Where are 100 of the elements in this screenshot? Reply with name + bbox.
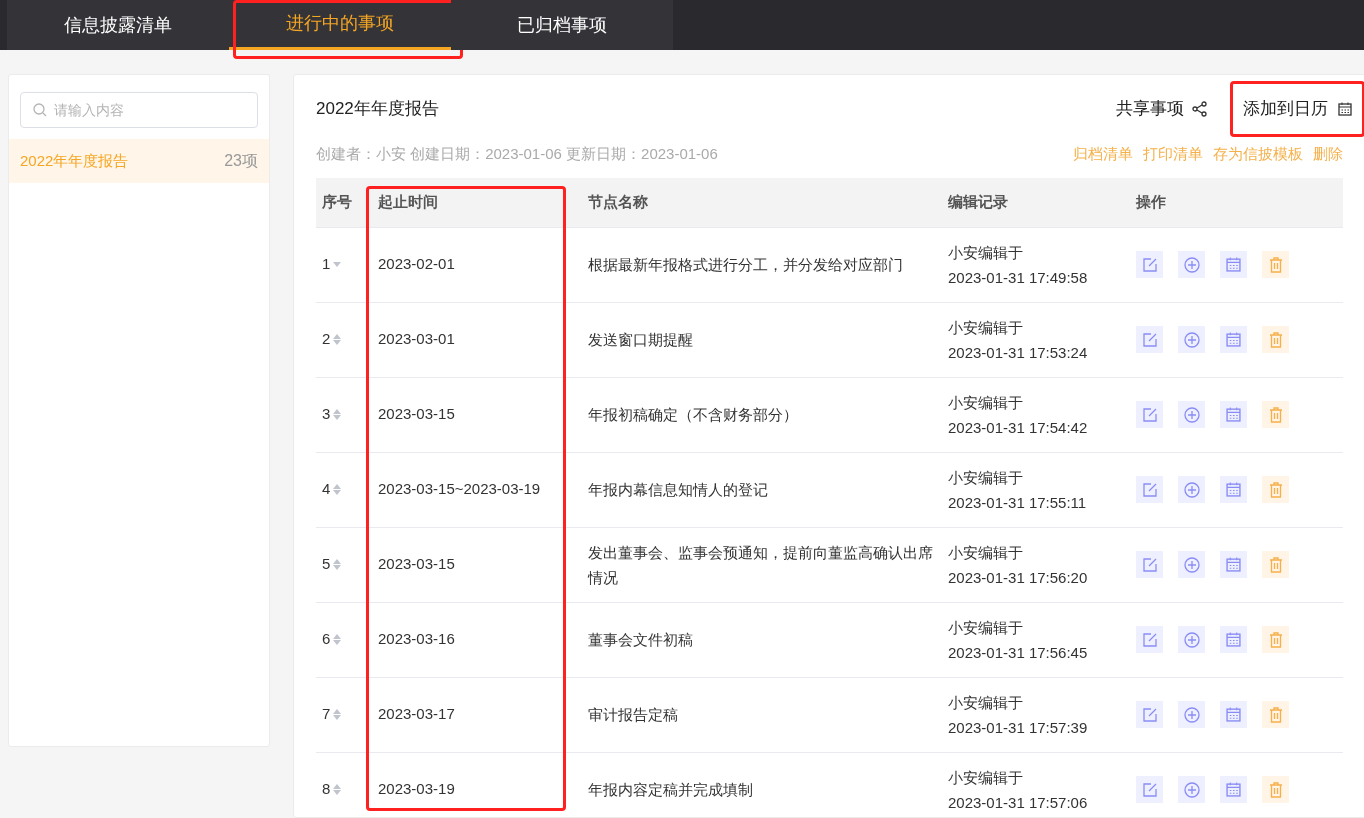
delete-button[interactable] (1262, 251, 1289, 278)
edit-time: 2023-01-31 17:54:42 (948, 417, 1089, 438)
edit-icon (1142, 482, 1157, 497)
table-cell-text: 5 (322, 554, 331, 575)
table-cell-text: 2023-03-17 (377, 704, 456, 725)
nav-tab[interactable]: 信息披露清单 (7, 0, 229, 50)
search-field[interactable]: 请输入内容 (20, 92, 258, 128)
add-button[interactable] (1178, 626, 1205, 653)
edit-button[interactable] (1136, 626, 1163, 653)
table-cell-text: 3 (322, 404, 331, 425)
sort-up-icon[interactable] (333, 409, 342, 414)
sort-up-icon[interactable] (333, 334, 342, 339)
calendar-icon (1226, 707, 1241, 722)
calendar-icon (1226, 632, 1241, 647)
sort-down-icon[interactable] (333, 490, 342, 495)
plus-circle-icon (1183, 406, 1200, 423)
delete-button[interactable] (1262, 326, 1289, 353)
plus-circle-icon (1183, 706, 1200, 723)
calendar-button[interactable] (1220, 401, 1247, 428)
nav-tab[interactable]: 进行中的事项 (229, 0, 451, 50)
edit-button[interactable] (1136, 326, 1163, 353)
calendar-button[interactable] (1220, 701, 1247, 728)
item-count: 23项 (224, 151, 258, 171)
share-button[interactable]: 共享事项 (1116, 96, 1208, 122)
trash-icon (1268, 481, 1283, 498)
column-header: 起止时间 (377, 191, 439, 212)
editor-label: 小安编辑于 (948, 317, 1024, 338)
delete-button[interactable] (1262, 401, 1289, 428)
delete-button[interactable] (1262, 626, 1289, 653)
calendar-icon (1338, 102, 1352, 116)
edit-button[interactable] (1136, 251, 1163, 278)
sort-down-icon[interactable] (333, 415, 342, 420)
editor-label: 小安编辑于 (948, 542, 1024, 563)
sort-up-icon[interactable] (333, 634, 342, 639)
calendar-icon (1226, 482, 1241, 497)
edit-icon (1142, 632, 1157, 647)
edit-button[interactable] (1136, 701, 1163, 728)
edit-time: 2023-01-31 17:57:39 (948, 717, 1089, 738)
delete-button[interactable] (1262, 476, 1289, 503)
add-button[interactable] (1178, 476, 1205, 503)
calendar-button[interactable] (1220, 326, 1247, 353)
column-header: 编辑记录 (947, 191, 1009, 212)
calendar-button[interactable] (1220, 776, 1247, 803)
edit-button[interactable] (1136, 551, 1163, 578)
table-cell-text: 根据最新年报格式进行分工，并分发给对应部门 (587, 255, 904, 275)
sort-down-icon[interactable] (333, 640, 342, 645)
calendar-button[interactable] (1220, 476, 1247, 503)
delete-button[interactable] (1262, 776, 1289, 803)
column-header: 序号 (321, 191, 353, 212)
plus-circle-icon (1183, 481, 1200, 498)
edit-button[interactable] (1136, 401, 1163, 428)
sort-up-icon[interactable] (333, 484, 342, 489)
editor-label: 小安编辑于 (948, 767, 1024, 788)
add-button[interactable] (1178, 326, 1205, 353)
edit-icon (1142, 557, 1157, 572)
add-button[interactable] (1178, 701, 1205, 728)
delete-button[interactable] (1262, 701, 1289, 728)
calendar-button[interactable] (1220, 551, 1247, 578)
add-button[interactable] (1178, 401, 1205, 428)
editor-label: 小安编辑于 (948, 392, 1024, 413)
edit-icon (1142, 707, 1157, 722)
table-cell-text: 7 (322, 704, 331, 725)
calendar-button[interactable] (1220, 251, 1247, 278)
add-to-calendar-button[interactable]: 添加到日历 (1230, 81, 1364, 137)
edit-icon (1142, 257, 1157, 272)
edit-time: 2023-01-31 17:56:45 (948, 642, 1089, 663)
plus-circle-icon (1183, 556, 1200, 573)
plus-circle-icon (1183, 256, 1200, 273)
edit-button[interactable] (1136, 476, 1163, 503)
delete-button[interactable] (1262, 551, 1289, 578)
sort-down-icon[interactable] (333, 790, 342, 795)
sort-down-icon[interactable] (333, 262, 342, 267)
add-button[interactable] (1178, 551, 1205, 578)
editor-label: 小安编辑于 (948, 692, 1024, 713)
sort-up-icon[interactable] (333, 559, 342, 564)
sort-down-icon[interactable] (333, 715, 342, 720)
table-cell-text: 发出董事会、监事会预通知，提前向董监高确认出席情况 (586, 542, 934, 588)
sort-down-icon[interactable] (333, 565, 342, 570)
item-label: 2022年年度报告 (20, 150, 129, 171)
table-cell-text: 年报初稿确定（不含财务部分） (587, 405, 799, 425)
table-cell-text: 发送窗口期提醒 (587, 330, 694, 350)
sort-up-icon[interactable] (333, 709, 342, 714)
nav-tab[interactable]: 已归档事项 (451, 0, 673, 50)
edit-time: 2023-01-31 17:57:06 (948, 792, 1089, 813)
calendar-button[interactable] (1220, 626, 1247, 653)
column-header: 操作 (1135, 191, 1167, 212)
edit-time: 2023-01-31 17:53:24 (948, 342, 1089, 363)
calendar-icon (1226, 407, 1241, 422)
table-cell-text: 2023-03-19 (377, 779, 456, 800)
table-cell-text: 2023-03-01 (377, 329, 456, 350)
report-meta: 创建者：小安 创建日期：2023-01-06 更新日期：2023-01-06 (316, 144, 718, 164)
table-cell-text: 2023-03-16 (377, 629, 456, 650)
sort-down-icon[interactable] (333, 340, 342, 345)
plus-circle-icon (1183, 631, 1200, 648)
add-button[interactable] (1178, 776, 1205, 803)
table-cell-text: 2 (322, 329, 331, 350)
sort-up-icon[interactable] (333, 784, 342, 789)
table-cell-text: 1 (322, 254, 331, 275)
edit-button[interactable] (1136, 776, 1163, 803)
add-button[interactable] (1178, 251, 1205, 278)
